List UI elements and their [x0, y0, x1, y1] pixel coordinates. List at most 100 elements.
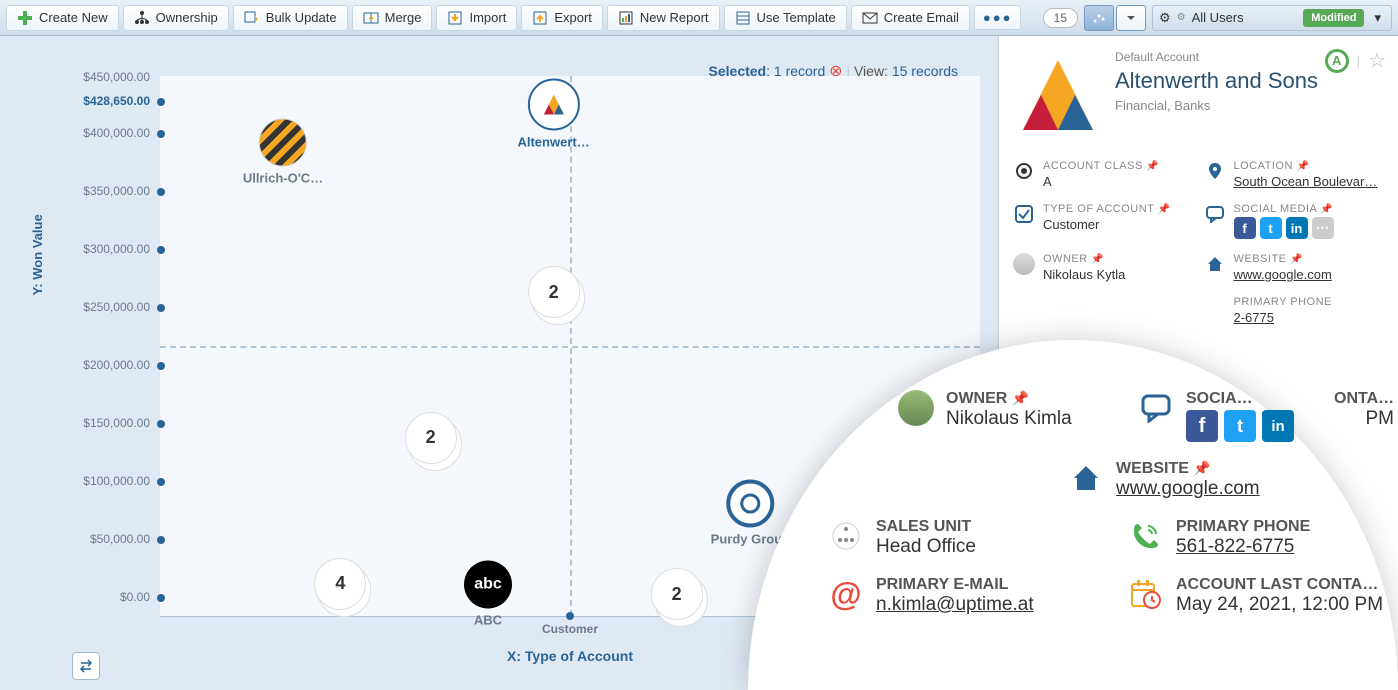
field-label: WEBSITE: [1234, 253, 1287, 265]
owner-avatar: [1013, 253, 1035, 275]
bulk-update-label: Bulk Update: [266, 10, 337, 25]
account-logo: [1013, 50, 1103, 140]
view-dropdown-button[interactable]: [1116, 5, 1146, 31]
bubble-cluster-2b[interactable]: 2: [405, 412, 457, 464]
ownership-button[interactable]: Ownership: [123, 5, 229, 31]
y-tick-marker: [157, 246, 165, 254]
gear-icon: ⚙: [1159, 10, 1171, 26]
at-icon: @: [828, 576, 864, 612]
swap-axes-button[interactable]: [72, 652, 100, 680]
field-label: PRIMARY PHONE: [1234, 296, 1332, 308]
zoom-last-contact: ACCOUNT LAST CONTA…May 24, 2021, 12:00 P…: [1128, 576, 1388, 616]
field-value[interactable]: South Ocean Boulevar…: [1234, 174, 1378, 189]
y-axis-label: Y: Won Value: [30, 214, 45, 295]
record-count-badge: 15: [1043, 8, 1078, 28]
export-button[interactable]: Export: [521, 5, 603, 31]
zoom-owner: OWNER 📌Nikolaus Kimla: [898, 390, 1098, 442]
field-phone-partial: PRIMARY PHONE 2-6775: [1204, 296, 1385, 325]
field-account-type: TYPE OF ACCOUNT 📌Customer: [1013, 203, 1194, 239]
bubble-purdy[interactable]: Purdy Group: [711, 480, 790, 547]
y-tick: $450,000.00: [60, 70, 150, 84]
hierarchy-icon: [134, 10, 150, 26]
use-template-button[interactable]: Use Template: [724, 5, 847, 31]
more-social-icon[interactable]: ⋯: [1312, 217, 1334, 239]
bubble-cluster-2a[interactable]: 2: [528, 266, 580, 318]
field-value[interactable]: 2-6775: [1234, 310, 1332, 325]
pin-icon[interactable]: 📌: [1146, 161, 1159, 172]
merge-button[interactable]: Merge: [352, 5, 433, 31]
bubble-altenwerth[interactable]: Altenwert…: [517, 78, 589, 149]
import-button[interactable]: Import: [436, 5, 517, 31]
y-tick: $200,000.00: [60, 358, 150, 372]
export-icon: [532, 10, 548, 26]
scatter-view-button[interactable]: [1084, 5, 1114, 31]
y-tick-marker: [157, 188, 165, 196]
favorite-star-icon[interactable]: ☆: [1368, 48, 1386, 73]
zoom-last-contact-partial: ONTA… PM: [1334, 390, 1394, 442]
facebook-icon[interactable]: f: [1186, 410, 1218, 442]
field-label: OWNER: [1043, 253, 1088, 265]
field-label: SOCIAL MEDIA: [1234, 203, 1317, 215]
twitter-icon[interactable]: t: [1224, 410, 1256, 442]
zoom-sales-unit: SALES UNITHead Office: [828, 518, 1088, 558]
new-report-label: New Report: [640, 10, 709, 25]
pin-icon[interactable]: 📌: [1320, 204, 1333, 215]
y-tick-marker: [157, 304, 165, 312]
bulk-update-button[interactable]: Bulk Update: [233, 5, 348, 31]
phone-icon: [1128, 518, 1164, 554]
y-tick: $300,000.00: [60, 242, 150, 256]
bubble-count: 2: [405, 412, 457, 464]
facebook-icon[interactable]: f: [1234, 217, 1256, 239]
bubble-ullrich[interactable]: Ullrich-O'C…: [243, 118, 323, 185]
linkedin-icon[interactable]: in: [1286, 217, 1308, 239]
bubble-count: 2: [528, 266, 580, 318]
account-category: Financial, Banks: [1115, 98, 1318, 113]
field-label: LOCATION: [1234, 160, 1293, 172]
linkedin-icon[interactable]: in: [1262, 410, 1294, 442]
create-new-button[interactable]: Create New: [6, 5, 119, 31]
y-tick-marker: [157, 130, 165, 138]
field-value[interactable]: www.google.com: [1234, 267, 1332, 282]
bubble-cluster-2c[interactable]: 2: [651, 568, 703, 620]
pin-icon[interactable]: 📌: [1158, 204, 1171, 215]
bubble-abc[interactable]: abc ABC: [464, 561, 512, 628]
email-icon: [862, 10, 878, 26]
class-indicator-icon: A: [1325, 49, 1349, 73]
twitter-icon[interactable]: t: [1260, 217, 1282, 239]
pin-icon[interactable]: 📌: [1296, 161, 1309, 172]
ullrich-logo: [259, 118, 307, 166]
merge-icon: [363, 10, 379, 26]
new-report-button[interactable]: New Report: [607, 5, 720, 31]
abc-logo: abc: [464, 561, 512, 609]
zoom-social: SOCIA… f t in: [1138, 390, 1294, 442]
merge-label: Merge: [385, 10, 422, 25]
create-email-button[interactable]: Create Email: [851, 5, 970, 31]
altenwerth-logo: [528, 78, 580, 130]
all-users-label: All Users: [1192, 10, 1244, 25]
field-location: LOCATION 📌 South Ocean Boulevar…: [1204, 160, 1385, 189]
pin-icon[interactable]: 📌: [1193, 460, 1210, 476]
pin-icon[interactable]: 📌: [1290, 254, 1303, 265]
pin-icon[interactable]: 📌: [1091, 254, 1104, 265]
zoom-website: WEBSITE 📌www.google.com: [1068, 460, 1328, 500]
more-actions-button[interactable]: ●●●: [974, 5, 1022, 30]
home-icon: [1204, 253, 1226, 275]
calendar-clock-icon: [1128, 576, 1164, 612]
purdy-logo: [726, 480, 774, 528]
y-tick-highlighted: $428,650.00: [60, 94, 150, 108]
y-tick-marker: [157, 362, 165, 370]
modified-badge: Modified: [1303, 9, 1364, 27]
bubble-cluster-4[interactable]: 4: [314, 558, 366, 610]
chat-icon: [1138, 390, 1174, 426]
field-owner: OWNER 📌Nikolaus Kytla: [1013, 253, 1194, 282]
import-icon: [447, 10, 463, 26]
bubble-label: Altenwert…: [517, 134, 589, 149]
zoom-phone: PRIMARY PHONE561-822-6775: [1128, 518, 1388, 558]
chat-icon: [1204, 203, 1226, 225]
gear-sub-icon: ⚙: [1177, 12, 1186, 23]
chevron-down-icon[interactable]: ▾: [1370, 10, 1385, 26]
plus-icon: [17, 10, 33, 26]
pin-icon[interactable]: 📌: [1012, 390, 1029, 406]
user-filter-panel[interactable]: ⚙ ⚙ All Users Modified ▾: [1152, 5, 1392, 31]
field-account-class: ACCOUNT CLASS 📌A: [1013, 160, 1194, 189]
